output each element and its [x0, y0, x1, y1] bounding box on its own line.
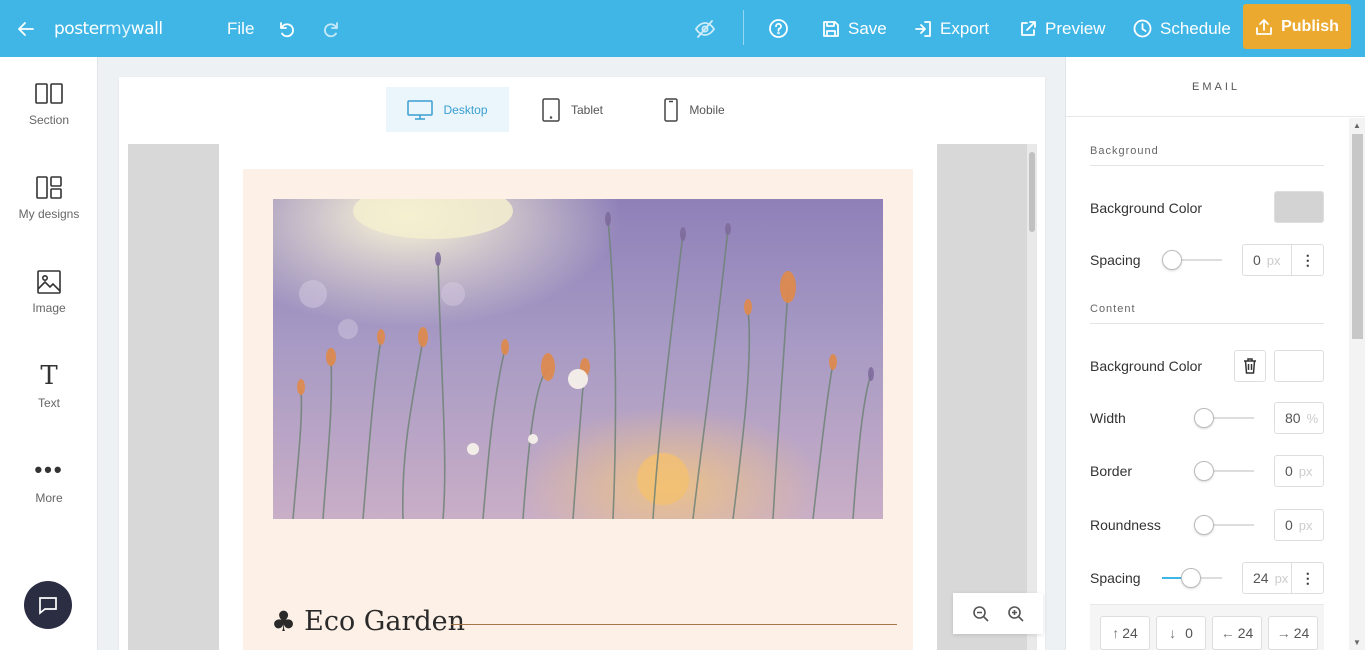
border-label: Border	[1090, 463, 1133, 479]
redo-icon[interactable]	[322, 0, 342, 57]
hero-image[interactable]	[273, 199, 883, 519]
my-designs-icon	[36, 176, 62, 199]
tab-desktop[interactable]: Desktop	[386, 87, 509, 132]
export-button[interactable]: Export	[914, 0, 989, 57]
width-label: Width	[1090, 410, 1126, 426]
roundness-field[interactable]: 0 px	[1274, 509, 1324, 541]
preview-scrollbar[interactable]	[1027, 144, 1037, 650]
bg-color-swatch[interactable]	[1274, 191, 1324, 223]
spacing-slider[interactable]	[1162, 568, 1222, 588]
tablet-icon	[542, 97, 560, 122]
text-icon: T	[40, 361, 58, 391]
properties-panel: EMAIL Background Background Color Spacin…	[1065, 57, 1365, 650]
save-icon	[823, 20, 839, 37]
spacing-top-field[interactable]: ↑ 24	[1100, 616, 1150, 650]
email-content-block[interactable]: ♣ Eco Garden	[243, 169, 913, 650]
bg-color-label: Background Color	[1090, 200, 1203, 216]
spacing-more-icon[interactable]: ⋮	[1292, 571, 1323, 585]
email-body: ♣ Eco Garden	[219, 144, 937, 650]
tab-mobile[interactable]: Mobile	[635, 87, 753, 132]
spacing-field[interactable]: 24 px ⋮	[1242, 562, 1324, 594]
scroll-up-icon: ▲	[1353, 121, 1361, 130]
email-heading[interactable]: ♣ Eco Garden	[271, 605, 465, 638]
section-icon	[35, 83, 63, 104]
zoom-controls	[953, 593, 1043, 634]
publish-button[interactable]: Publish	[1243, 4, 1351, 49]
bg-spacing-more-icon[interactable]: ⋮	[1292, 253, 1323, 267]
back-arrow-icon[interactable]	[16, 0, 36, 57]
sidebar-item-more[interactable]: ••• More	[0, 457, 98, 505]
width-field[interactable]: 80%	[1274, 402, 1324, 434]
tab-tablet[interactable]: Tablet	[509, 87, 635, 132]
export-icon	[915, 20, 931, 37]
device-tabs: Desktop Tablet Mobile	[386, 87, 753, 132]
border-slider[interactable]	[1194, 461, 1254, 481]
chat-button[interactable]	[24, 581, 72, 629]
width-slider[interactable]	[1194, 408, 1254, 428]
file-menu[interactable]: File	[227, 0, 254, 57]
image-icon	[37, 270, 61, 294]
spacing-left-field[interactable]: ← 24	[1212, 616, 1262, 650]
arrow-down-icon: ↓	[1169, 625, 1177, 641]
app-logo: poster my wall	[54, 18, 163, 39]
zoom-out-icon[interactable]	[972, 605, 990, 623]
chat-icon	[39, 597, 57, 615]
scroll-down-icon: ▼	[1353, 638, 1361, 647]
sidebar-item-image[interactable]: Image	[0, 270, 98, 315]
sidebar-item-text[interactable]: T Text	[0, 362, 98, 410]
external-link-icon	[1021, 20, 1036, 36]
desktop-icon	[407, 99, 434, 120]
save-button[interactable]: Save	[822, 0, 887, 57]
undo-icon[interactable]	[276, 0, 296, 57]
upload-icon	[1256, 18, 1273, 35]
more-icon: •••	[34, 457, 64, 482]
border-field[interactable]: 0 px	[1274, 455, 1324, 487]
content-bg-color-label: Background Color	[1090, 358, 1203, 374]
heading-divider-line	[451, 624, 897, 625]
panel-scrollbar[interactable]: ▲ ▼	[1349, 118, 1365, 650]
sidebar-item-section[interactable]: Section	[0, 82, 98, 127]
arrow-right-icon: →	[1276, 625, 1291, 641]
panel-title: EMAIL	[1066, 57, 1365, 117]
bg-spacing-field[interactable]: 0 px ⋮	[1242, 244, 1324, 276]
trash-icon	[1244, 358, 1256, 374]
section-header-background: Background	[1090, 145, 1324, 166]
section-header-content: Content	[1090, 303, 1324, 324]
sidebar-item-my-designs[interactable]: My designs	[0, 176, 98, 221]
bg-spacing-slider[interactable]	[1162, 250, 1222, 270]
spacing-label: Spacing	[1090, 570, 1141, 586]
mobile-icon	[664, 97, 679, 122]
roundness-label: Roundness	[1090, 517, 1161, 533]
content-bg-color-swatch[interactable]	[1274, 350, 1324, 382]
top-bar: poster my wall File Save Export Preview Sc…	[0, 0, 1365, 57]
spacing-right-field[interactable]: → 24	[1268, 616, 1318, 650]
schedule-button[interactable]: Schedule	[1133, 0, 1231, 57]
hide-visibility-icon[interactable]	[694, 0, 716, 57]
bg-spacing-label: Spacing	[1090, 252, 1141, 268]
club-icon: ♣	[271, 605, 297, 638]
email-preview-area: ♣ Eco Garden	[128, 144, 1037, 650]
spacing-detail-box: ↑ 24 ↓ 0 ← 24 → 24	[1090, 604, 1324, 650]
preview-button[interactable]: Preview	[1019, 0, 1105, 57]
zoom-in-icon[interactable]	[1007, 605, 1025, 623]
toolbar-divider	[743, 10, 744, 45]
roundness-slider[interactable]	[1194, 515, 1254, 535]
help-icon[interactable]	[768, 0, 789, 57]
clock-icon	[1133, 19, 1152, 38]
arrow-up-icon: ↑	[1112, 625, 1120, 641]
arrow-left-icon: ←	[1220, 625, 1235, 641]
left-sidebar: Section My designs Image T Text ••• More	[0, 57, 98, 650]
spacing-bottom-field[interactable]: ↓ 0	[1156, 616, 1206, 650]
delete-color-button[interactable]	[1234, 350, 1266, 382]
